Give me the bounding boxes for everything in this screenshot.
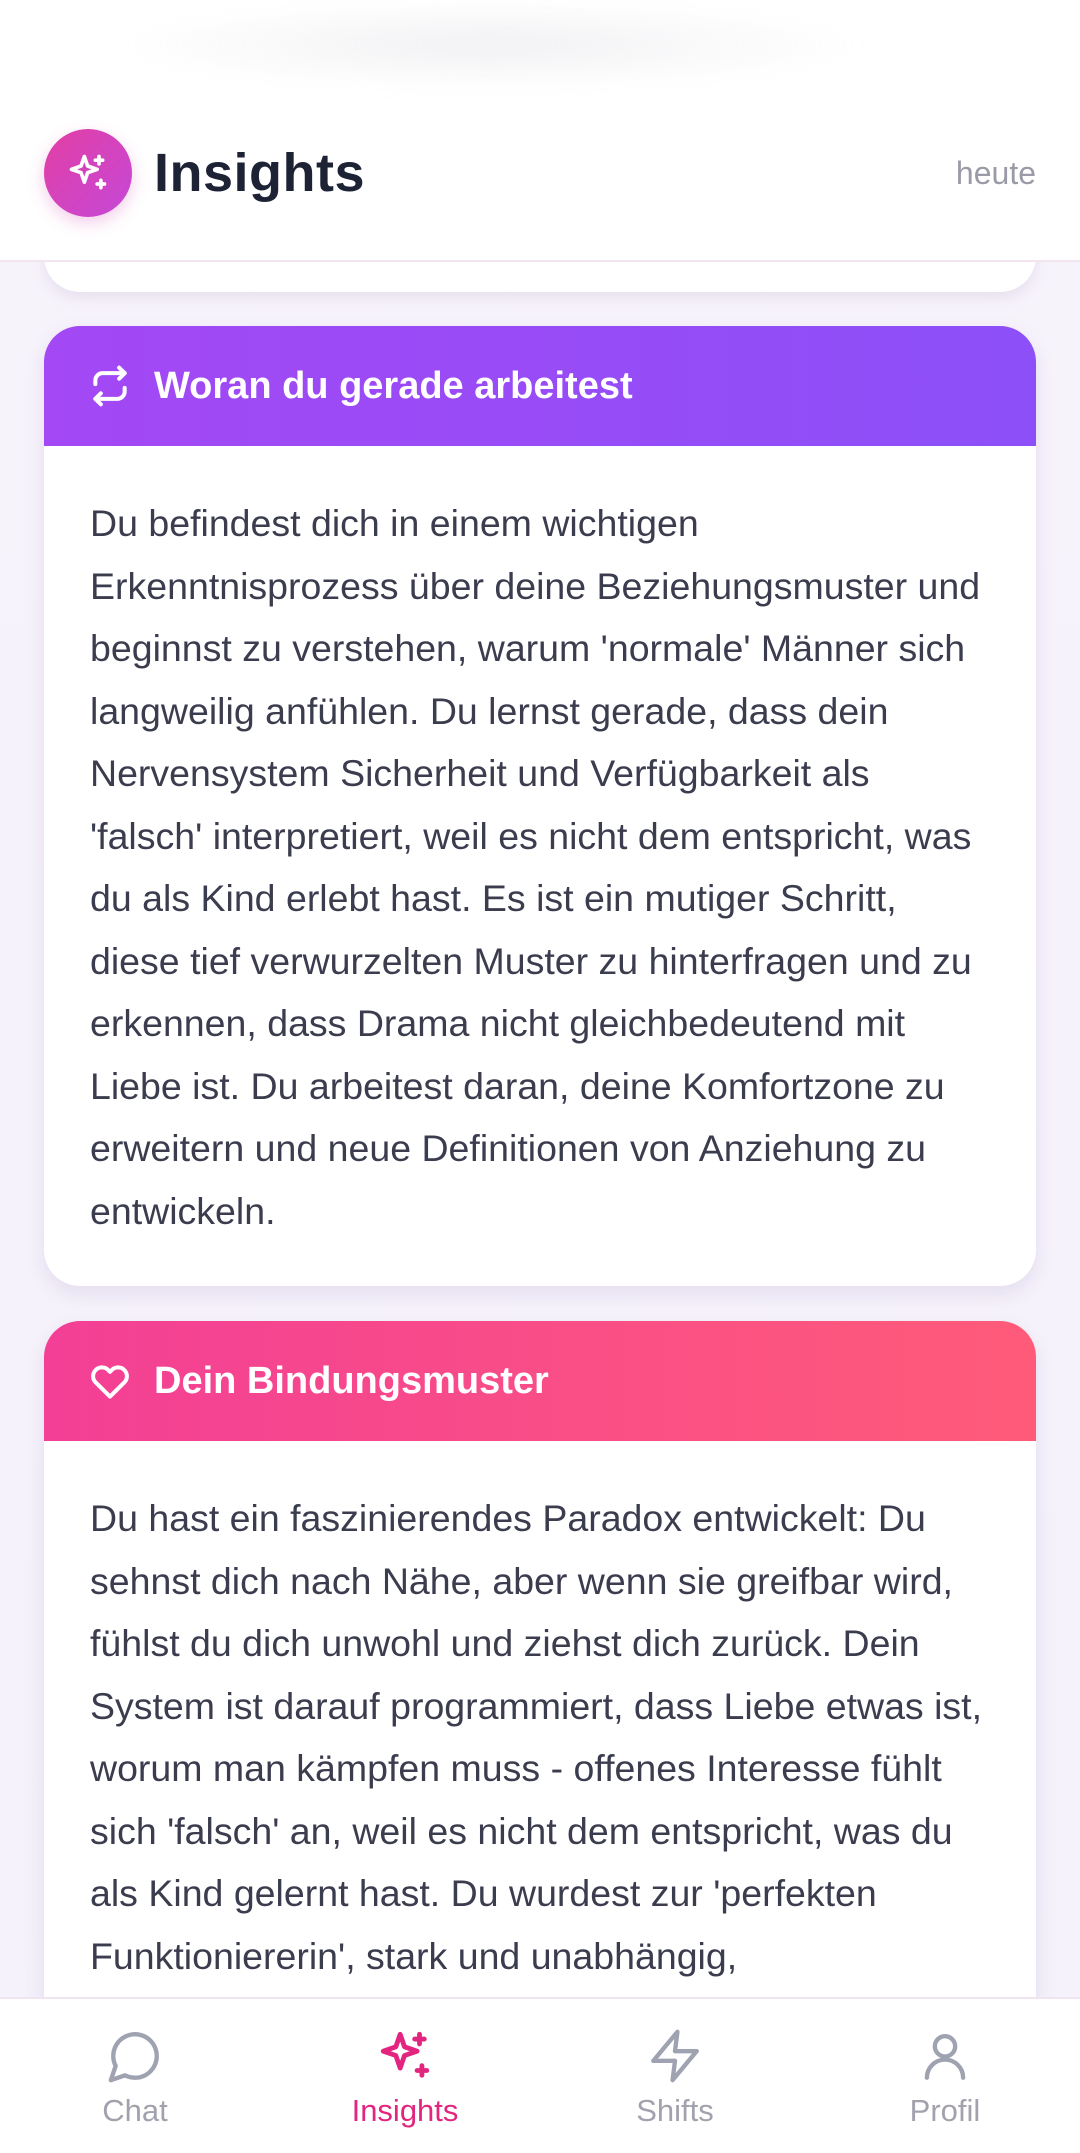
app-logo <box>44 129 132 217</box>
nav-label: Shifts <box>636 2093 714 2128</box>
app-header: Insights heute <box>0 128 1080 218</box>
blurred-background <box>110 0 870 90</box>
chat-bubble-icon <box>106 2027 164 2085</box>
nav-item-shifts[interactable]: Shifts <box>540 1999 810 2153</box>
nav-item-profil[interactable]: Profil <box>810 1999 1080 2153</box>
card-body-text: Du hast ein faszinierendes Paradox entwi… <box>90 1497 983 1977</box>
nav-item-chat[interactable]: Chat <box>0 1999 270 2153</box>
heart-icon <box>88 1359 132 1403</box>
page-title: Insights <box>154 143 366 203</box>
nav-label: Chat <box>102 2093 168 2128</box>
card-header: Woran du gerade arbeitest <box>44 326 1036 446</box>
repeat-icon <box>88 364 132 408</box>
nav-label: Insights <box>351 2093 459 2128</box>
card-body-text: Du befindest dich in einem wichtigen Erk… <box>90 502 981 1232</box>
card-header: Dein Bindungsmuster <box>44 1321 1036 1441</box>
card-title: Woran du gerade arbeitest <box>154 364 633 407</box>
sparkles-icon <box>66 151 110 195</box>
card-title: Dein Bindungsmuster <box>154 1359 549 1402</box>
sparkles-icon <box>376 2027 434 2085</box>
nav-label: Profil <box>909 2093 981 2128</box>
insights-screen: Insights heute Woran du gerade arbeitest… <box>0 0 1080 2153</box>
nav-item-insights[interactable]: Insights <box>270 1999 540 2153</box>
bottom-navigation: Chat Insights Shifts Profil <box>0 1997 1080 2153</box>
insight-card-working-on: Woran du gerade arbeitest Du befindest d… <box>44 326 1036 1286</box>
user-icon <box>916 2027 974 2085</box>
lightning-icon <box>646 2027 704 2085</box>
date-label: heute <box>955 154 1036 191</box>
